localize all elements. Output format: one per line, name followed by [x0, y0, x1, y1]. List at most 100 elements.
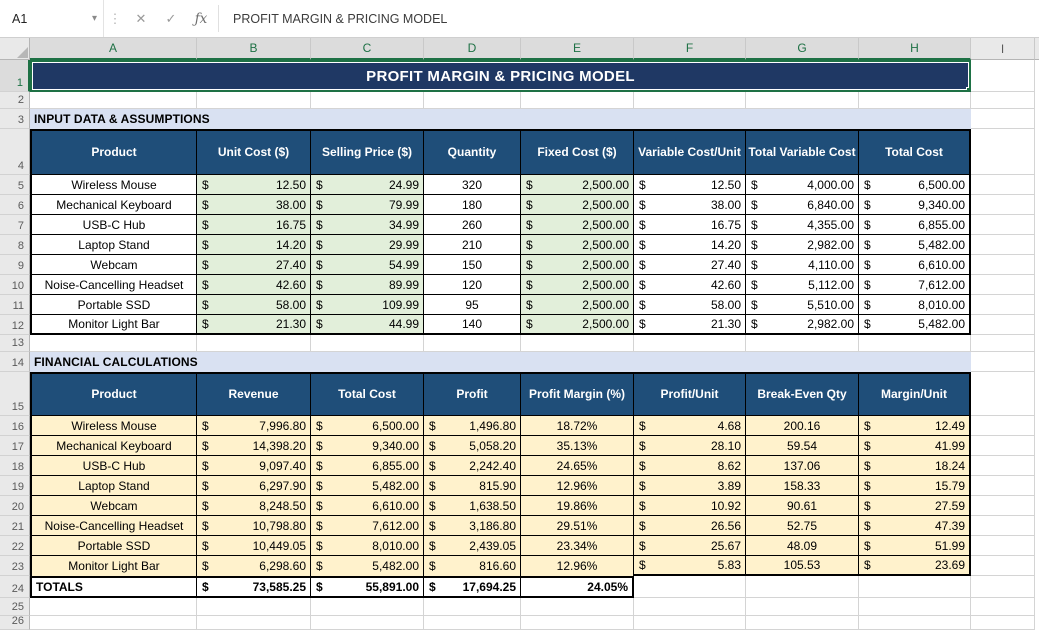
cell-I26[interactable]	[971, 616, 1035, 630]
cell-F7[interactable]: $16.75	[634, 215, 746, 235]
cell-E10[interactable]: $2,500.00	[521, 275, 634, 295]
cell-H8[interactable]: $5,482.00	[859, 235, 971, 255]
cell-F24[interactable]	[634, 576, 746, 598]
cell-C10[interactable]: $89.99	[311, 275, 424, 295]
cell-C24[interactable]: $55,891.00	[311, 576, 424, 598]
cell-F8[interactable]: $14.20	[634, 235, 746, 255]
cell-B21[interactable]: $10,798.80	[197, 516, 311, 536]
cell-H11[interactable]: $8,010.00	[859, 295, 971, 315]
cell-D17[interactable]: $5,058.20	[424, 436, 521, 456]
row-header-14[interactable]: 14	[0, 352, 30, 372]
row-header-8[interactable]: 8	[0, 235, 30, 255]
cell-E6[interactable]: $2,500.00	[521, 195, 634, 215]
cell-C2[interactable]	[311, 92, 424, 109]
cell-F10[interactable]: $42.60	[634, 275, 746, 295]
column-header-E[interactable]: E	[521, 38, 634, 60]
cancel-icon[interactable]: ✕	[126, 0, 156, 37]
row-header-7[interactable]: 7	[0, 215, 30, 235]
row-header-10[interactable]: 10	[0, 275, 30, 295]
cell-C16[interactable]: $6,500.00	[311, 416, 424, 436]
cell-F21[interactable]: $26.56	[634, 516, 746, 536]
cell-I23[interactable]	[971, 556, 1035, 576]
cell-E17[interactable]: 35.13%	[521, 436, 634, 456]
section-heading-cell-A14[interactable]: FINANCIAL CALCULATIONS	[30, 352, 971, 372]
cell-H15[interactable]: Margin/Unit	[859, 372, 971, 416]
row-header-18[interactable]: 18	[0, 456, 30, 476]
cell-C17[interactable]: $9,340.00	[311, 436, 424, 456]
cell-D2[interactable]	[424, 92, 521, 109]
cell-A12[interactable]: Monitor Light Bar	[30, 315, 197, 335]
cell-I2[interactable]	[971, 92, 1035, 109]
cell-B20[interactable]: $8,248.50	[197, 496, 311, 516]
row-header-21[interactable]: 21	[0, 516, 30, 536]
cell-H22[interactable]: $51.99	[859, 536, 971, 556]
cell-C9[interactable]: $54.99	[311, 255, 424, 275]
cell-C6[interactable]: $79.99	[311, 195, 424, 215]
cell-D22[interactable]: $2,439.05	[424, 536, 521, 556]
row-header-25[interactable]: 25	[0, 598, 30, 616]
cell-F15[interactable]: Profit/Unit	[634, 372, 746, 416]
cell-F13[interactable]	[634, 335, 746, 352]
cell-I1[interactable]	[971, 60, 1035, 92]
cell-C20[interactable]: $6,610.00	[311, 496, 424, 516]
cell-D19[interactable]: $815.90	[424, 476, 521, 496]
row-header-5[interactable]: 5	[0, 175, 30, 195]
cell-F22[interactable]: $25.67	[634, 536, 746, 556]
cell-I10[interactable]	[971, 275, 1035, 295]
cell-A15[interactable]: Product	[30, 372, 197, 416]
cell-A13[interactable]	[30, 335, 197, 352]
cell-G6[interactable]: $6,840.00	[746, 195, 859, 215]
cell-D5[interactable]: 320	[424, 175, 521, 195]
cell-G4[interactable]: Total Variable Cost	[746, 129, 859, 175]
row-header-4[interactable]: 4	[0, 129, 30, 175]
cell-D26[interactable]	[424, 616, 521, 630]
cell-C23[interactable]: $5,482.00	[311, 556, 424, 576]
cell-B12[interactable]: $21.30	[197, 315, 311, 335]
cell-A22[interactable]: Portable SSD	[30, 536, 197, 556]
cell-C11[interactable]: $109.99	[311, 295, 424, 315]
cell-A9[interactable]: Webcam	[30, 255, 197, 275]
column-header-H[interactable]: H	[859, 38, 971, 60]
cell-D21[interactable]: $3,186.80	[424, 516, 521, 536]
row-header-19[interactable]: 19	[0, 476, 30, 496]
row-header-16[interactable]: 16	[0, 416, 30, 436]
cell-F11[interactable]: $58.00	[634, 295, 746, 315]
cell-H4[interactable]: Total Cost	[859, 129, 971, 175]
cell-F18[interactable]: $8.62	[634, 456, 746, 476]
cell-H10[interactable]: $7,612.00	[859, 275, 971, 295]
cell-A19[interactable]: Laptop Stand	[30, 476, 197, 496]
cell-H23[interactable]: $23.69	[859, 556, 971, 576]
cell-D8[interactable]: 210	[424, 235, 521, 255]
cell-B18[interactable]: $9,097.40	[197, 456, 311, 476]
cell-G18[interactable]: 137.06	[746, 456, 859, 476]
cell-B25[interactable]	[197, 598, 311, 616]
cell-G23[interactable]: 105.53	[746, 556, 859, 576]
cell-D12[interactable]: 140	[424, 315, 521, 335]
cell-H12[interactable]: $5,482.00	[859, 315, 971, 335]
cell-G16[interactable]: 200.16	[746, 416, 859, 436]
selection-fill-handle[interactable]	[966, 87, 971, 92]
cell-H16[interactable]: $12.49	[859, 416, 971, 436]
cell-A17[interactable]: Mechanical Keyboard	[30, 436, 197, 456]
cell-A5[interactable]: Wireless Mouse	[30, 175, 197, 195]
cell-E15[interactable]: Profit Margin (%)	[521, 372, 634, 416]
cell-C12[interactable]: $44.99	[311, 315, 424, 335]
cell-F17[interactable]: $28.10	[634, 436, 746, 456]
enter-icon[interactable]: ✓	[156, 0, 186, 37]
cell-I25[interactable]	[971, 598, 1035, 616]
row-header-15[interactable]: 15	[0, 372, 30, 416]
cell-H26[interactable]	[859, 616, 971, 630]
cell-E16[interactable]: 18.72%	[521, 416, 634, 436]
cell-E23[interactable]: 12.96%	[521, 556, 634, 576]
cell-D4[interactable]: Quantity	[424, 129, 521, 175]
cell-A23[interactable]: Monitor Light Bar	[30, 556, 197, 576]
cell-G11[interactable]: $5,510.00	[746, 295, 859, 315]
cell-I4[interactable]	[971, 129, 1035, 175]
cell-B10[interactable]: $42.60	[197, 275, 311, 295]
cell-F25[interactable]	[634, 598, 746, 616]
cell-C7[interactable]: $34.99	[311, 215, 424, 235]
cell-B6[interactable]: $38.00	[197, 195, 311, 215]
cell-D11[interactable]: 95	[424, 295, 521, 315]
cell-C19[interactable]: $5,482.00	[311, 476, 424, 496]
cell-G21[interactable]: 52.75	[746, 516, 859, 536]
